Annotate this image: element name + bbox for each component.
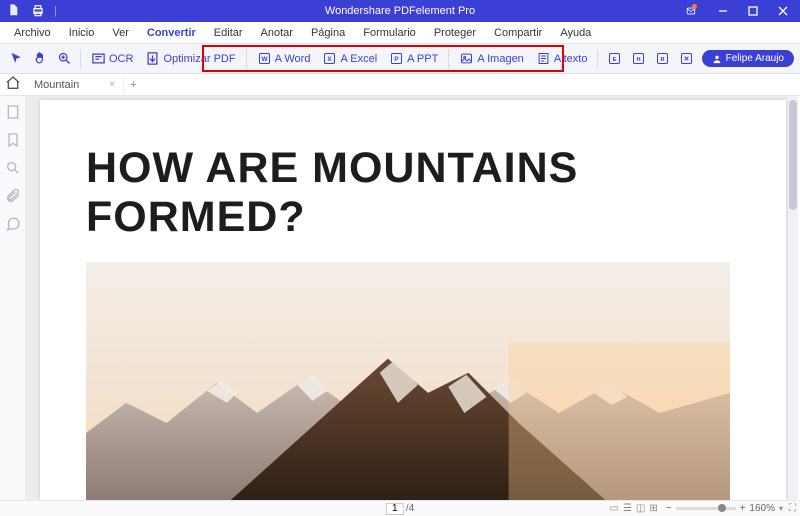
zoom-tool-icon[interactable] xyxy=(54,49,74,69)
image-icon xyxy=(459,51,474,66)
convert-toolbar: OCR Optimizar PDF W A Word X A Excel P A… xyxy=(0,44,800,74)
user-icon xyxy=(712,54,722,64)
thumbnails-icon[interactable] xyxy=(5,104,21,120)
comments-icon[interactable] xyxy=(5,216,21,232)
text-icon xyxy=(536,51,551,66)
menu-archivo[interactable]: Archivo xyxy=(6,25,59,41)
to-ppt-button[interactable]: P A PPT xyxy=(385,49,442,68)
print-icon[interactable] xyxy=(28,1,48,21)
zoom-dropdown-icon[interactable]: ▾ xyxy=(779,504,783,513)
menu-inicio[interactable]: Inicio xyxy=(61,25,103,41)
svg-text:R: R xyxy=(660,57,664,63)
svg-text:X: X xyxy=(328,56,333,63)
ocr-button[interactable]: OCR xyxy=(87,49,137,68)
to-rtf-icon[interactable]: R xyxy=(652,49,672,69)
menu-proteger[interactable]: Proteger xyxy=(426,25,484,41)
menu-convertir[interactable]: Convertir xyxy=(139,25,204,41)
optimize-pdf-button[interactable]: Optimizar PDF xyxy=(141,49,239,68)
to-word-button[interactable]: W A Word xyxy=(253,49,315,68)
home-icon[interactable] xyxy=(5,75,21,91)
title-bar: | Wondershare PDFelement Pro xyxy=(0,0,800,22)
minimize-button[interactable] xyxy=(710,0,736,22)
menu-pagina[interactable]: Página xyxy=(303,25,353,41)
svg-text:P: P xyxy=(395,56,399,63)
document-tabstrip: Mountain × + xyxy=(0,74,800,96)
menu-formulario[interactable]: Formulario xyxy=(355,25,424,41)
scrollbar-thumb[interactable] xyxy=(789,100,797,210)
menu-anotar[interactable]: Anotar xyxy=(253,25,301,41)
hand-tool-icon[interactable] xyxy=(30,49,50,69)
ppt-icon: P xyxy=(389,51,404,66)
view-grid-icon[interactable]: ⊞ xyxy=(649,503,657,514)
view-two-page-icon[interactable]: ◫ xyxy=(636,503,645,514)
app-logo-icon xyxy=(8,3,22,20)
maximize-button[interactable] xyxy=(740,0,766,22)
zoom-value: 160% xyxy=(749,503,775,514)
select-tool-icon[interactable] xyxy=(6,49,26,69)
excel-icon: X xyxy=(322,51,337,66)
ocr-icon xyxy=(91,51,106,66)
page-number-input[interactable] xyxy=(386,503,404,515)
to-excel-button[interactable]: X A Excel xyxy=(318,49,381,68)
notifications-icon[interactable] xyxy=(680,0,706,22)
document-viewport[interactable]: HOW ARE MOUNTAINS FORMED? xyxy=(26,96,788,500)
vertical-scrollbar[interactable] xyxy=(788,96,798,500)
zoom-out-button[interactable]: − xyxy=(666,503,672,514)
attachments-icon[interactable] xyxy=(5,188,21,204)
status-bar: /4 ▭ ☰ ◫ ⊞ − + 160% ▾ ⛶ xyxy=(0,500,800,516)
fullscreen-icon[interactable]: ⛶ xyxy=(789,503,796,514)
zoom-in-button[interactable]: + xyxy=(740,503,746,514)
optimize-icon xyxy=(145,51,160,66)
to-other-icon[interactable] xyxy=(676,49,696,69)
to-epub-icon[interactable]: E xyxy=(604,49,624,69)
to-text-button[interactable]: A texto xyxy=(532,49,592,68)
pdf-page: HOW ARE MOUNTAINS FORMED? xyxy=(40,100,786,500)
document-heading: HOW ARE MOUNTAINS FORMED? xyxy=(40,100,786,242)
search-rail-icon[interactable] xyxy=(5,160,21,176)
menu-compartir[interactable]: Compartir xyxy=(486,25,550,41)
document-image xyxy=(86,262,730,500)
view-single-icon[interactable]: ▭ xyxy=(609,503,618,514)
add-tab-button[interactable]: + xyxy=(124,79,142,91)
document-tab[interactable]: Mountain × xyxy=(26,77,124,93)
zoom-slider[interactable] xyxy=(676,507,736,510)
menu-ayuda[interactable]: Ayuda xyxy=(552,25,599,41)
tab-close-icon[interactable]: × xyxy=(109,79,115,90)
menu-bar: Archivo Inicio Ver Convertir Editar Anot… xyxy=(0,22,800,44)
side-rail xyxy=(0,96,26,500)
user-pill[interactable]: Felipe Araujo xyxy=(702,50,794,67)
to-html-icon[interactable]: H xyxy=(628,49,648,69)
svg-text:E: E xyxy=(613,57,617,63)
menu-ver[interactable]: Ver xyxy=(104,25,137,41)
menu-editar[interactable]: Editar xyxy=(206,25,251,41)
close-button[interactable] xyxy=(770,0,796,22)
to-image-button[interactable]: A Imagen xyxy=(455,49,527,68)
word-icon: W xyxy=(257,51,272,66)
page-indicator: /4 xyxy=(386,503,414,515)
svg-text:H: H xyxy=(636,57,640,63)
view-continuous-icon[interactable]: ☰ xyxy=(623,503,632,514)
svg-text:W: W xyxy=(261,56,267,63)
zoom-control: − + 160% ▾ xyxy=(666,503,783,514)
bookmarks-icon[interactable] xyxy=(5,132,21,148)
